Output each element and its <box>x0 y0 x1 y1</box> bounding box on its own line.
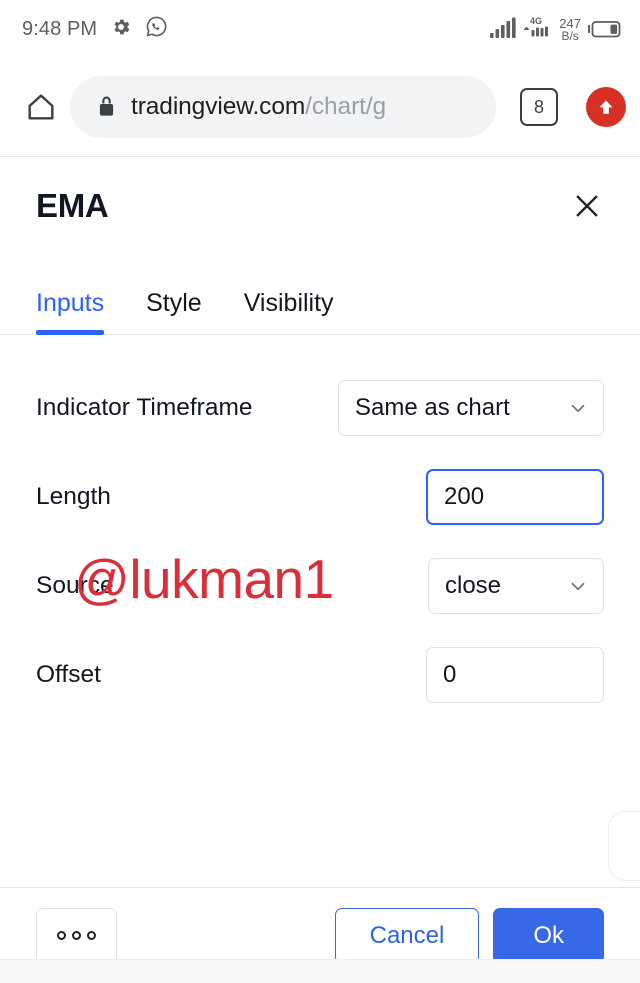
source-value: close <box>445 571 502 599</box>
length-input[interactable]: 200 <box>426 468 604 525</box>
tab-inputs[interactable]: Inputs <box>36 289 105 335</box>
battery-icon <box>587 19 622 44</box>
gear-icon <box>110 16 132 43</box>
tab-switcher-button[interactable]: 8 <box>520 88 558 126</box>
arrow-up-circle-icon[interactable] <box>586 87 626 127</box>
url-domain: tradingview.com <box>131 93 306 120</box>
status-bar-right: 4G 247 B/s <box>490 15 622 44</box>
browser-toolbar: tradingview.com/chart/g 8 <box>0 58 640 157</box>
footer-actions: Cancel Ok <box>334 907 604 964</box>
status-clock: 9:48 PM <box>22 17 98 40</box>
network-type-icon: 4G <box>523 15 552 44</box>
ok-button[interactable]: Ok <box>493 907 604 964</box>
url-bar[interactable]: tradingview.com/chart/g <box>70 76 496 138</box>
close-icon[interactable] <box>560 179 614 233</box>
offset-control: 0 <box>426 646 604 703</box>
status-bar: 9:48 PM 4G 247 B/s <box>0 0 640 58</box>
data-rate-value: 247 <box>559 16 581 32</box>
tab-style-label: Style <box>146 289 202 317</box>
chevron-down-icon <box>555 575 589 597</box>
indicator-timeframe-value: Same as chart <box>355 393 510 421</box>
lock-icon <box>96 95 117 119</box>
more-dot <box>57 931 66 940</box>
home-icon[interactable] <box>18 84 64 130</box>
data-rate-indicator: 247 B/s <box>559 17 581 43</box>
offset-label: Offset <box>36 660 101 688</box>
tab-visibility-label: Visibility <box>243 289 334 317</box>
field-row-indicator-timeframe: Indicator Timeframe Same as chart <box>36 363 604 452</box>
url-text: tradingview.com/chart/g <box>131 93 386 121</box>
tab-count-label: 8 <box>533 96 544 117</box>
data-rate-unit: B/s <box>561 29 579 44</box>
watermark-text: @lukman1 <box>74 548 334 610</box>
field-row-offset: Offset 0 <box>36 630 604 719</box>
indicator-settings-dialog: EMA Inputs Style Visibility Indicator Ti… <box>0 157 640 983</box>
cancel-button[interactable]: Cancel <box>334 907 480 964</box>
dialog-tabs: Inputs Style Visibility <box>0 255 640 335</box>
indicator-timeframe-control: Same as chart <box>338 379 604 436</box>
svg-text:4G: 4G <box>530 16 542 26</box>
dialog-header: EMA <box>0 157 640 255</box>
field-row-length: Length 200 <box>36 452 604 541</box>
tab-visibility[interactable]: Visibility <box>244 289 334 334</box>
url-path: /chart/g <box>305 93 387 120</box>
indicator-timeframe-select[interactable]: Same as chart <box>338 379 604 436</box>
tab-style[interactable]: Style <box>146 289 202 334</box>
more-horizontal-icon[interactable] <box>36 907 117 964</box>
signal-bars-icon <box>490 17 516 44</box>
system-nav-strip <box>0 959 640 983</box>
more-dot <box>72 931 81 940</box>
more-dot <box>87 931 96 940</box>
tab-inputs-label: Inputs <box>36 289 105 317</box>
length-control: 200 <box>426 468 604 525</box>
offset-value: 0 <box>443 660 457 688</box>
source-control: close <box>428 557 604 614</box>
chevron-down-icon <box>555 397 589 419</box>
length-value: 200 <box>444 482 485 510</box>
indicator-timeframe-label: Indicator Timeframe <box>36 393 253 421</box>
clipped-floating-panel <box>608 811 640 881</box>
source-select[interactable]: close <box>428 557 604 614</box>
offset-input[interactable]: 0 <box>426 646 604 703</box>
dialog-body: Indicator Timeframe Same as chart Length… <box>0 335 640 887</box>
whatsapp-icon <box>145 15 168 43</box>
length-label: Length <box>36 482 111 510</box>
page-title: EMA <box>36 187 109 224</box>
status-bar-left: 9:48 PM <box>22 15 168 43</box>
